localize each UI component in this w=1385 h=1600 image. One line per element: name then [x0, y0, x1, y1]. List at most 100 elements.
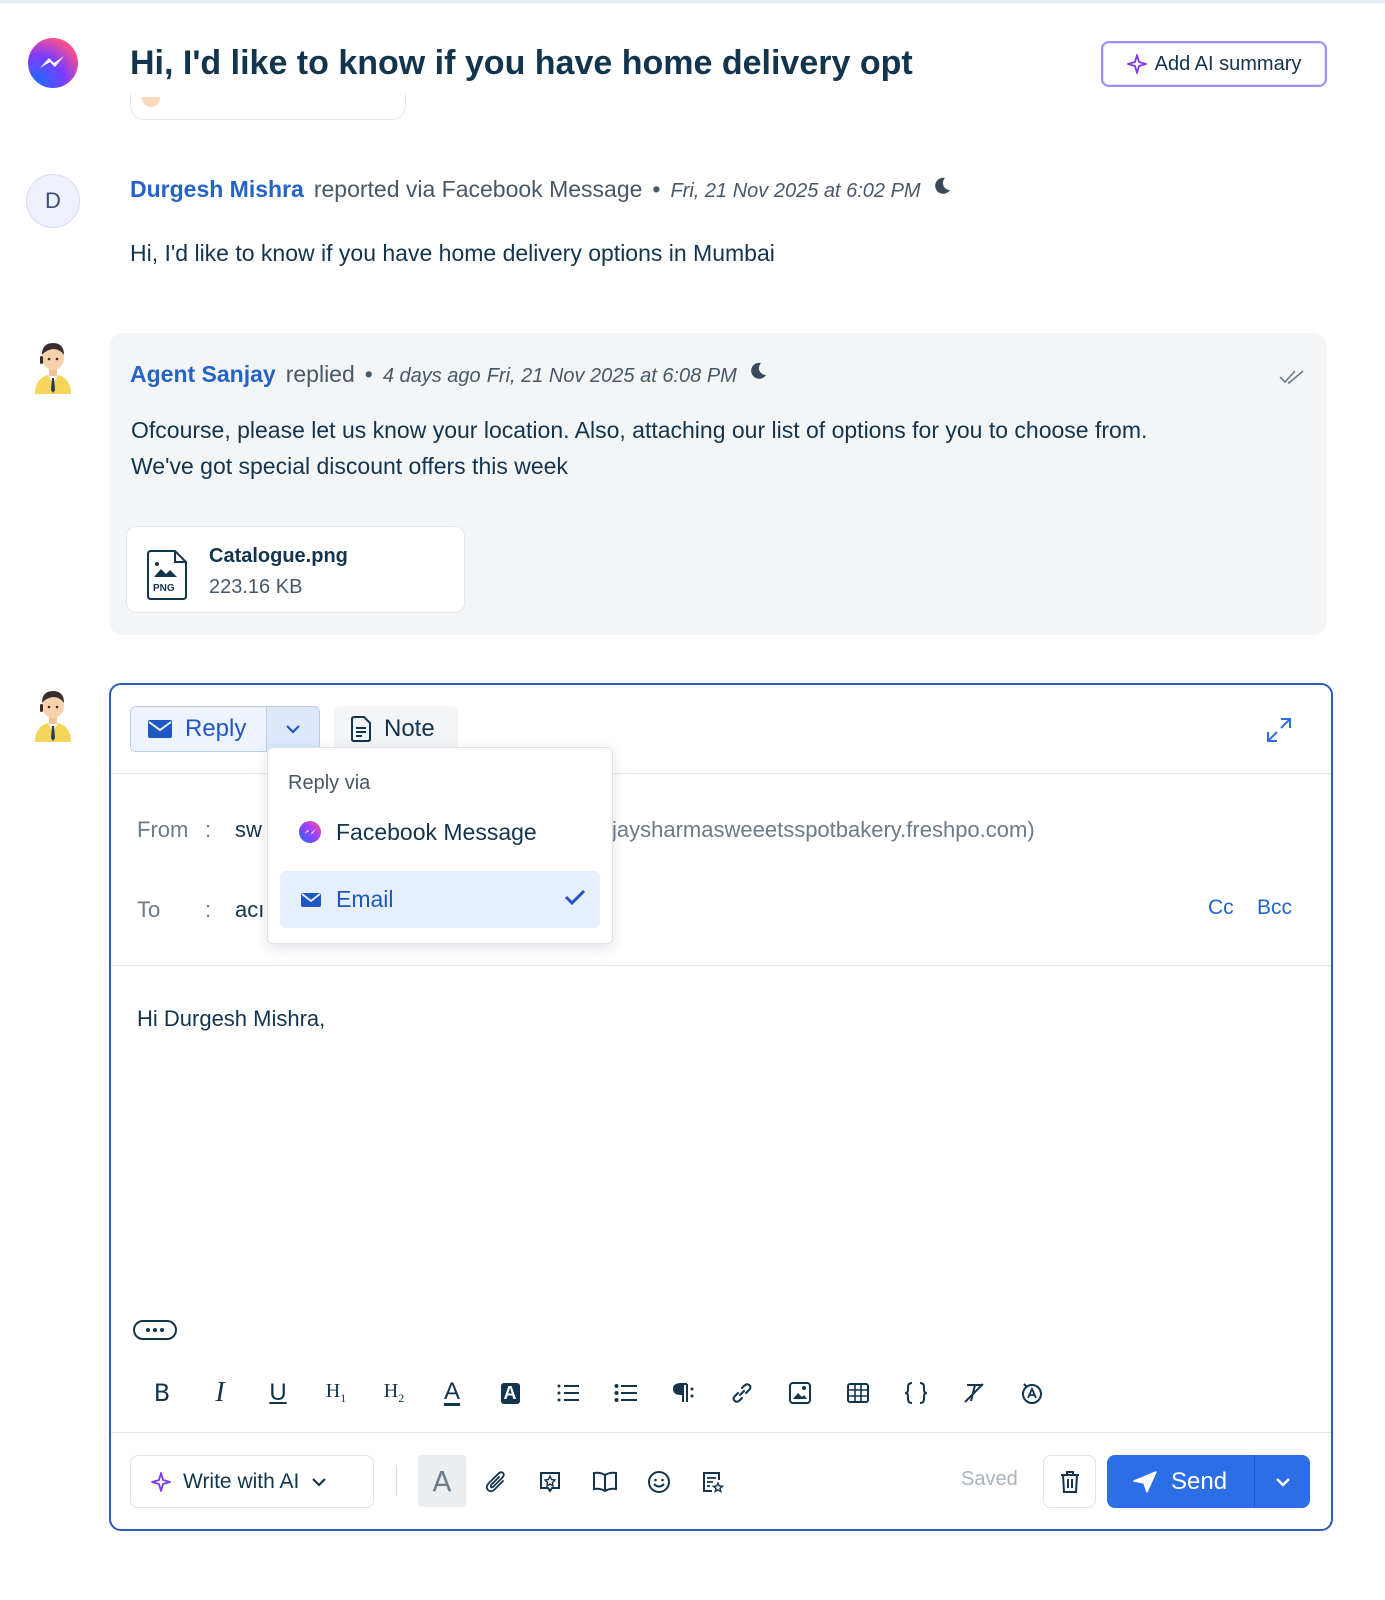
book-icon	[593, 1471, 617, 1493]
messenger-icon	[28, 38, 78, 88]
formatting-toolbar: B I U H1 H2 A A	[133, 1372, 1061, 1414]
to-colon: :	[205, 897, 212, 922]
from-field[interactable]: sw	[235, 817, 262, 843]
reply-via-option-email-label: Email	[336, 886, 394, 912]
reply-via-option-facebook[interactable]: Facebook Message	[288, 808, 537, 856]
bold-icon: B	[153, 1379, 171, 1407]
link-button[interactable]	[713, 1372, 771, 1414]
messenger-icon	[299, 821, 321, 843]
paragraph-button[interactable]	[655, 1372, 713, 1414]
italic-icon: I	[215, 1377, 225, 1408]
canned-response-icon	[540, 1472, 560, 1493]
editor-divider	[111, 965, 1331, 966]
moon-icon	[934, 177, 950, 194]
paperclip-icon	[485, 1471, 505, 1493]
write-with-ai-label: Write with AI	[183, 1469, 300, 1493]
reply-channel-dropdown-toggle[interactable]	[266, 706, 320, 752]
customer-message-meta: Durgesh Mishra reported via Facebook Mes…	[130, 175, 953, 203]
ticket-tag-pill	[130, 94, 406, 120]
meta-separator-dot: •	[364, 361, 373, 387]
customer-avatar: D	[26, 174, 80, 228]
customer-name-link[interactable]: Durgesh Mishra	[130, 176, 304, 203]
heading1-button[interactable]: H1	[307, 1372, 365, 1414]
show-quoted-text-button[interactable]	[133, 1320, 177, 1340]
chevron-down-icon	[312, 1477, 327, 1487]
trash-icon	[1060, 1470, 1079, 1493]
bcc-link[interactable]: Bcc	[1257, 896, 1292, 920]
spell-check-icon	[1022, 1383, 1042, 1404]
sparkle-icon	[151, 1471, 171, 1492]
png-label: PNG	[153, 583, 175, 594]
to-field[interactable]: acı	[235, 897, 264, 923]
toggle-formatting-button[interactable]: A	[418, 1455, 466, 1507]
reply-tab-button[interactable]: Reply	[130, 706, 267, 752]
send-options-toggle[interactable]	[1254, 1455, 1310, 1508]
note-tab-label: Note	[384, 715, 435, 742]
agent-reply-body: Ofcourse, please let us know your locati…	[131, 412, 1301, 484]
reply-body-input[interactable]: Hi Durgesh Mishra,	[137, 1006, 325, 1032]
top-divider	[0, 0, 1385, 3]
reply-via-option-email[interactable]: Email	[280, 871, 600, 928]
note-icon	[351, 716, 371, 742]
insert-image-button[interactable]	[771, 1372, 829, 1414]
from-email: jaysharmasweeetsspotbakery.freshpo.com)	[612, 817, 1035, 842]
customer-message-timestamp: Fri, 21 Nov 2025 at 6:02 PM	[670, 180, 921, 202]
send-label: Send	[1171, 1467, 1228, 1495]
png-file-icon: PNG	[147, 550, 187, 600]
send-button[interactable]: Send	[1107, 1455, 1255, 1508]
insert-table-button[interactable]	[829, 1372, 887, 1414]
current-agent-avatar	[32, 686, 74, 747]
underline-button[interactable]: U	[249, 1372, 307, 1414]
text-format-icon: A	[432, 1464, 452, 1498]
from-label: From	[137, 817, 189, 842]
reply-tab-label: Reply	[185, 715, 247, 742]
cc-link[interactable]: Cc	[1208, 896, 1234, 920]
numbered-list-icon	[557, 1384, 579, 1402]
attach-file-button[interactable]	[476, 1462, 516, 1502]
discard-draft-button[interactable]	[1043, 1455, 1096, 1508]
clear-formatting-button[interactable]	[945, 1372, 1003, 1414]
moon-icon	[751, 362, 766, 379]
agent-avatar	[32, 338, 74, 399]
canned-response-button[interactable]	[530, 1462, 570, 1502]
editor-divider	[111, 1432, 1331, 1433]
highlight-icon: A	[500, 1382, 520, 1404]
numbered-list-button[interactable]	[539, 1372, 597, 1414]
check-icon	[564, 889, 586, 906]
clear-formatting-icon	[964, 1383, 984, 1403]
table-icon	[847, 1383, 869, 1403]
bullet-list-icon	[614, 1384, 637, 1402]
bold-button[interactable]: B	[133, 1372, 191, 1414]
emoji-button[interactable]	[639, 1462, 679, 1502]
customer-message-body: Hi, I'd like to know if you have home de…	[130, 240, 775, 266]
solution-article-button[interactable]	[693, 1462, 733, 1502]
knowledge-base-button[interactable]	[585, 1462, 625, 1502]
code-block-button[interactable]	[887, 1372, 945, 1414]
text-color-icon: A	[443, 1377, 460, 1406]
agent-name-link[interactable]: Agent Sanjay	[130, 361, 276, 388]
add-ai-summary-button[interactable]: Add AI summary	[1101, 41, 1327, 87]
italic-button[interactable]: I	[191, 1372, 249, 1414]
bullet-list-button[interactable]	[597, 1372, 655, 1414]
highlight-button[interactable]: A	[481, 1372, 539, 1414]
write-with-ai-button[interactable]: Write with AI	[130, 1455, 374, 1508]
agent-reply-meta: Agent Sanjay replied • 4 days ago Fri, 2…	[130, 360, 769, 388]
code-braces-icon	[904, 1382, 928, 1404]
note-tab-button[interactable]: Note	[334, 706, 458, 752]
footer-separator	[396, 1466, 397, 1496]
agent-reply-relative-time: 4 days ago	[382, 365, 481, 387]
spell-check-button[interactable]	[1003, 1372, 1061, 1414]
agent-reply-line-1: Ofcourse, please let us know your locati…	[131, 417, 1148, 443]
attachment-size: 223.16 KB	[209, 576, 303, 598]
article-star-icon	[703, 1472, 725, 1493]
emoji-icon	[648, 1471, 670, 1493]
to-label: To	[137, 897, 161, 922]
expand-icon[interactable]	[1266, 717, 1292, 743]
attachment-name[interactable]: Catalogue.png	[209, 545, 348, 568]
text-color-button[interactable]: A	[423, 1372, 481, 1414]
chevron-down-icon	[1275, 1477, 1290, 1487]
draft-saved-status: Saved	[961, 1468, 1018, 1490]
reply-via-title: Reply via	[288, 772, 371, 794]
heading2-button[interactable]: H2	[365, 1372, 423, 1414]
image-icon	[789, 1382, 811, 1404]
